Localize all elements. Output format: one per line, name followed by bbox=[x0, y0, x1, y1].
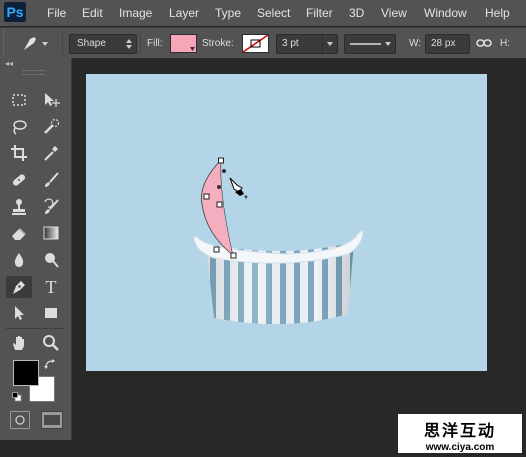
marquee-icon bbox=[12, 94, 26, 106]
tool-preset-picker[interactable] bbox=[20, 33, 52, 58]
watermark: 思洋互动 www.ciya.com bbox=[398, 414, 522, 453]
tool-stamp[interactable] bbox=[6, 196, 32, 218]
watermark-url: www.ciya.com bbox=[425, 442, 495, 453]
foreground-color-swatch[interactable] bbox=[13, 360, 39, 386]
height-label: H: bbox=[500, 38, 510, 49]
quick-mask-button[interactable] bbox=[10, 411, 30, 429]
menu-3d[interactable]: 3D bbox=[349, 6, 364, 20]
tool-zoom[interactable] bbox=[38, 332, 64, 354]
history-brush-icon bbox=[44, 198, 59, 214]
stroke-label: Stroke: bbox=[202, 38, 234, 49]
default-colors-icon[interactable] bbox=[12, 392, 22, 402]
tool-blur[interactable] bbox=[6, 249, 32, 271]
gradient-icon bbox=[43, 226, 59, 240]
eraser-icon bbox=[12, 228, 26, 240]
tools-panel: ◂◂ T bbox=[0, 58, 72, 440]
tool-rectangle[interactable] bbox=[38, 302, 64, 324]
menu-edit[interactable]: Edit bbox=[82, 6, 103, 20]
watermark-title: 思洋互动 bbox=[423, 423, 496, 440]
panel-grip bbox=[23, 70, 45, 75]
healing-icon bbox=[12, 174, 26, 186]
stroke-width-field[interactable]: 3 pt bbox=[276, 34, 338, 54]
type-icon: T bbox=[45, 277, 57, 297]
crop-icon bbox=[11, 145, 27, 161]
stroke-width-value: 3 pt bbox=[282, 38, 299, 49]
options-divider bbox=[62, 32, 63, 54]
photoshop-logo: Ps bbox=[4, 2, 26, 22]
menu-file[interactable]: File bbox=[47, 6, 66, 20]
tool-path-select[interactable] bbox=[6, 302, 32, 324]
tool-marquee[interactable] bbox=[6, 89, 32, 111]
move-icon bbox=[45, 93, 60, 107]
tool-crop[interactable] bbox=[6, 142, 32, 164]
quick-mask-icon bbox=[15, 415, 25, 425]
width-label: W: bbox=[409, 38, 422, 49]
menu-filter[interactable]: Filter bbox=[306, 6, 333, 20]
rectangle-icon bbox=[45, 308, 57, 318]
tool-eraser[interactable] bbox=[6, 222, 32, 244]
hand-icon bbox=[13, 336, 24, 350]
tool-move[interactable] bbox=[38, 89, 64, 111]
pink-shape bbox=[201, 160, 234, 256]
brush-icon bbox=[45, 172, 59, 187]
menu-type[interactable]: Type bbox=[215, 6, 241, 20]
stroke-swatch[interactable] bbox=[242, 34, 269, 53]
svg-text:*: * bbox=[244, 194, 248, 205]
options-divider bbox=[140, 32, 141, 54]
tool-eyedropper[interactable] bbox=[38, 142, 64, 164]
tools-divider bbox=[6, 328, 64, 329]
menu-view[interactable]: View bbox=[381, 6, 407, 20]
quick-select-icon bbox=[44, 118, 60, 134]
stroke-width-dropdown[interactable] bbox=[322, 35, 337, 53]
tool-type[interactable]: T bbox=[38, 276, 64, 298]
pen-icon bbox=[13, 281, 25, 294]
tool-gradient[interactable] bbox=[38, 222, 64, 244]
stamp-icon bbox=[12, 199, 26, 215]
pen-cursor: * bbox=[229, 177, 248, 205]
pen-icon bbox=[24, 37, 48, 50]
options-grip bbox=[3, 31, 7, 55]
width-value: 28 px bbox=[431, 38, 456, 49]
menu-bar: Ps File Edit Image Layer Type Select Fil… bbox=[0, 0, 526, 26]
cupcake-artwork: * bbox=[193, 157, 364, 325]
zoom-icon bbox=[43, 335, 59, 351]
dodge-icon bbox=[45, 253, 59, 268]
width-field[interactable]: 28 px bbox=[425, 34, 470, 54]
path-select-icon bbox=[15, 306, 24, 320]
tool-dodge[interactable] bbox=[38, 249, 64, 271]
tool-brush[interactable] bbox=[38, 169, 64, 191]
tool-quick-select[interactable] bbox=[38, 116, 64, 138]
menu-help[interactable]: Help bbox=[485, 6, 510, 20]
line-style-icon bbox=[350, 42, 391, 46]
tool-mode-value: Shape bbox=[77, 38, 106, 49]
tool-mode-select[interactable]: Shape bbox=[69, 34, 137, 54]
menu-image[interactable]: Image bbox=[119, 6, 152, 20]
tool-hand[interactable] bbox=[6, 332, 32, 354]
link-icon[interactable] bbox=[476, 37, 492, 49]
tool-history-brush[interactable] bbox=[38, 196, 64, 218]
updown-icon bbox=[126, 39, 132, 49]
tool-lasso[interactable] bbox=[6, 116, 32, 138]
menu-select[interactable]: Select bbox=[257, 6, 290, 20]
menu-layer[interactable]: Layer bbox=[169, 6, 199, 20]
options-bar: Shape Fill: Stroke: 3 pt W: 28 px H: bbox=[0, 27, 526, 59]
fill-swatch[interactable] bbox=[170, 34, 197, 53]
fill-dropdown-icon bbox=[190, 47, 195, 51]
tool-healing[interactable] bbox=[6, 169, 32, 191]
fill-label: Fill: bbox=[147, 38, 163, 49]
chevron-down-icon bbox=[327, 42, 333, 46]
document-canvas[interactable]: * bbox=[86, 74, 487, 371]
swap-colors-icon[interactable] bbox=[44, 358, 56, 370]
stroke-type-select[interactable] bbox=[344, 34, 396, 54]
eyedropper-icon bbox=[44, 146, 58, 161]
lasso-icon bbox=[13, 120, 27, 135]
stroke-style-icon bbox=[243, 35, 268, 52]
screen-mode-button[interactable] bbox=[41, 411, 63, 429]
panel-collapse-button[interactable]: ◂◂ bbox=[5, 59, 13, 68]
screen-mode-icon bbox=[44, 415, 60, 425]
tool-pen[interactable] bbox=[6, 276, 32, 298]
menu-window[interactable]: Window bbox=[424, 6, 467, 20]
blur-icon bbox=[14, 253, 24, 267]
